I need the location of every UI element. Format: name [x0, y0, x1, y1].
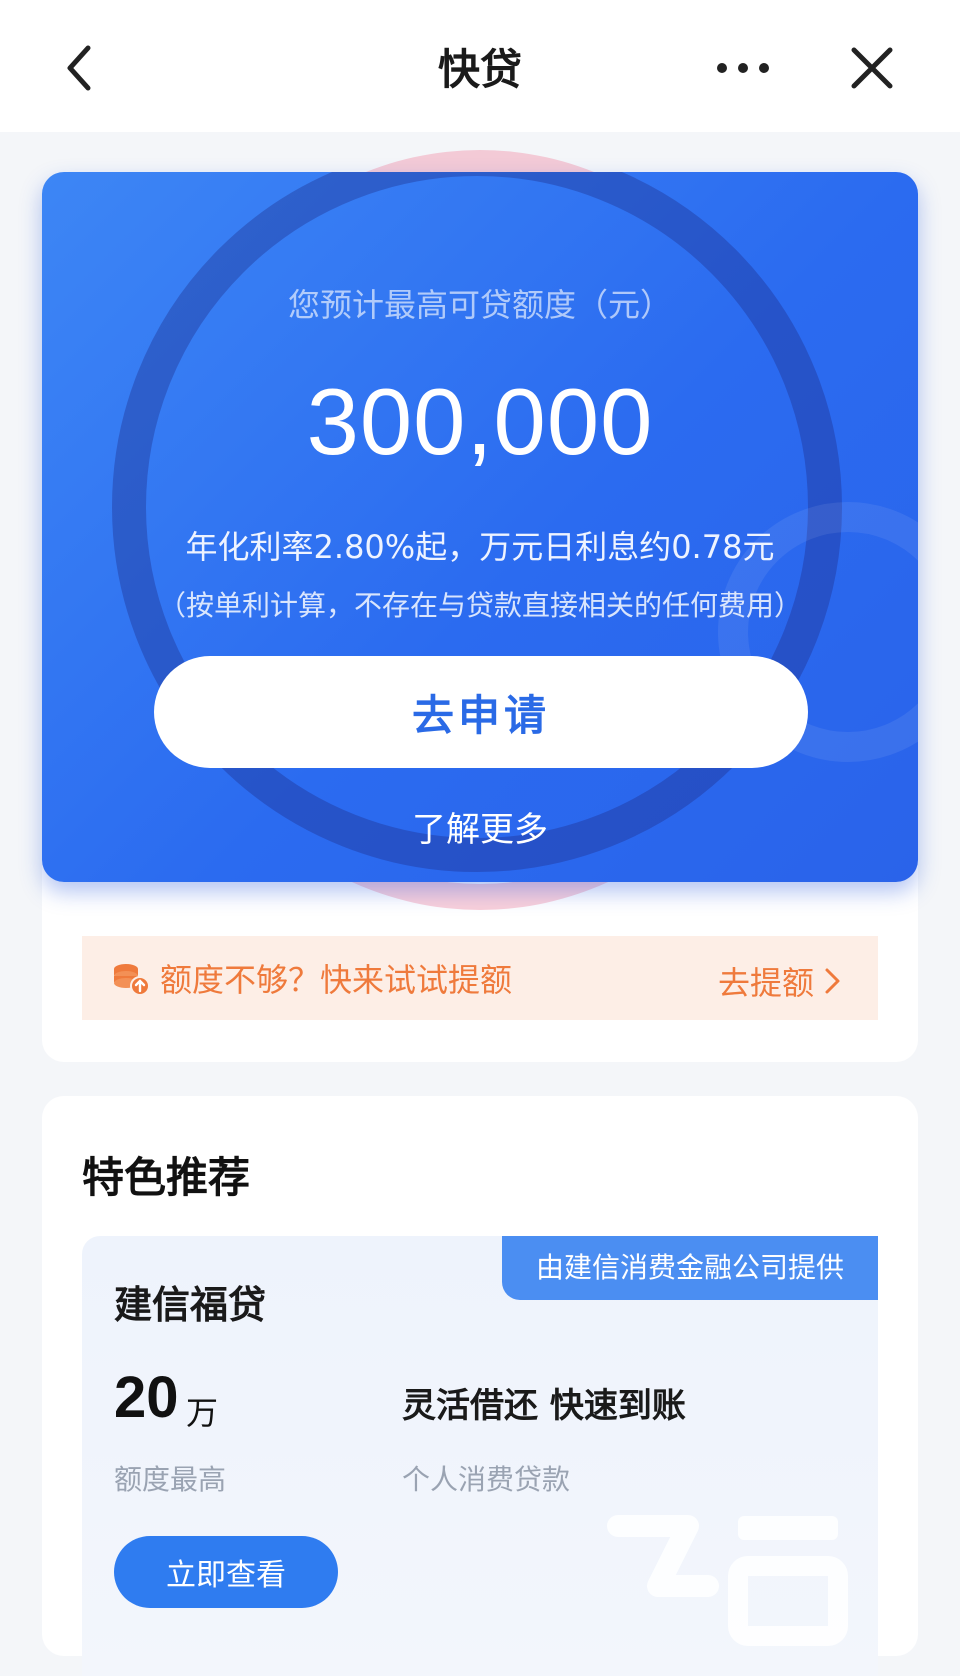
product-card[interactable]: 由建信消费金融公司提供 建信福贷 20 万 额度最高 灵活借还 快速到账 个人消…	[82, 1236, 878, 1676]
fee-note: （按单利计算，不存在与贷款直接相关的任何费用）	[157, 589, 802, 622]
loan-limit-card: 您预计最高可贷额度（元） 300,000 年化利率2.80%起，万元日利息约0.…	[42, 172, 918, 882]
limit-label: 您预计最高可贷额度（元）	[287, 286, 672, 324]
product-limit-label: 额度最高	[114, 1463, 227, 1496]
chevron-right-icon	[825, 968, 840, 994]
page-title: 快贷	[437, 45, 522, 94]
view-now-button[interactable]: 立即查看	[114, 1536, 338, 1608]
limit-amount: 300,000	[306, 369, 654, 474]
coins-icon	[110, 958, 150, 998]
more-icon[interactable]	[708, 40, 778, 96]
interest-rate-text: 年化利率2.80%起，万元日利息约0.78元	[185, 528, 775, 566]
product-limit-number: 20	[114, 1365, 179, 1430]
product-type: 个人消费贷款	[402, 1463, 571, 1496]
close-icon[interactable]	[842, 38, 902, 98]
learn-more-link[interactable]: 了解更多	[42, 802, 918, 851]
watermark-logo-icon	[598, 1486, 858, 1646]
featured-section: 特色推荐 由建信消费金融公司提供 建信福贷 20 万 额度最高 灵活借还 快速到…	[42, 1096, 918, 1676]
product-limit-unit: 万	[186, 1394, 219, 1432]
provider-badge: 由建信消费金融公司提供	[502, 1236, 878, 1300]
raise-limit-text: 额度不够？快来试试提额	[160, 961, 513, 999]
apply-button[interactable]: 去申请	[154, 656, 808, 768]
product-name: 建信福贷	[114, 1283, 267, 1327]
raise-limit-action-label: 去提额	[717, 964, 814, 1002]
top-nav-bar: 快贷	[0, 0, 960, 132]
raise-limit-banner[interactable]: 额度不够？快来试试提额 去提额	[82, 936, 878, 1020]
featured-title: 特色推荐	[82, 1153, 251, 1202]
product-feature: 灵活借还 快速到账	[402, 1386, 686, 1426]
raise-limit-action[interactable]: 去提额	[718, 958, 842, 1004]
